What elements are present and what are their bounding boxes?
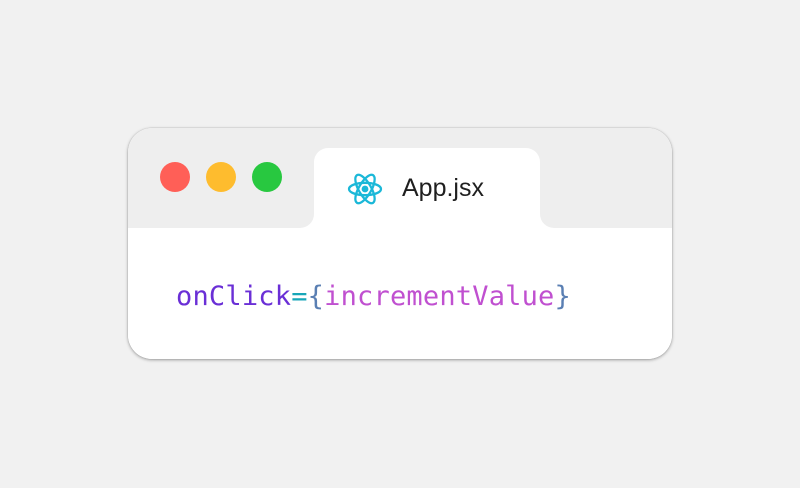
- code-attribute: onClick: [176, 281, 292, 312]
- close-window-button[interactable]: [160, 162, 190, 192]
- code-editor[interactable]: onClick={incrementValue}: [128, 228, 672, 359]
- code-equals: =: [291, 281, 308, 312]
- code-line: onClick={incrementValue}: [176, 280, 571, 314]
- page-background: App.jsx onClick={incrementValue}: [0, 0, 800, 488]
- code-identifier: incrementValue: [324, 281, 555, 312]
- editor-window: App.jsx onClick={incrementValue}: [128, 128, 672, 359]
- tab-app-jsx[interactable]: App.jsx: [314, 148, 540, 228]
- react-icon: [347, 173, 383, 205]
- maximize-window-button[interactable]: [252, 162, 282, 192]
- title-bar: App.jsx: [128, 128, 672, 228]
- code-close-brace: }: [554, 281, 571, 312]
- tab-filename: App.jsx: [402, 174, 484, 202]
- minimize-window-button[interactable]: [206, 162, 236, 192]
- code-open-brace: {: [307, 281, 325, 312]
